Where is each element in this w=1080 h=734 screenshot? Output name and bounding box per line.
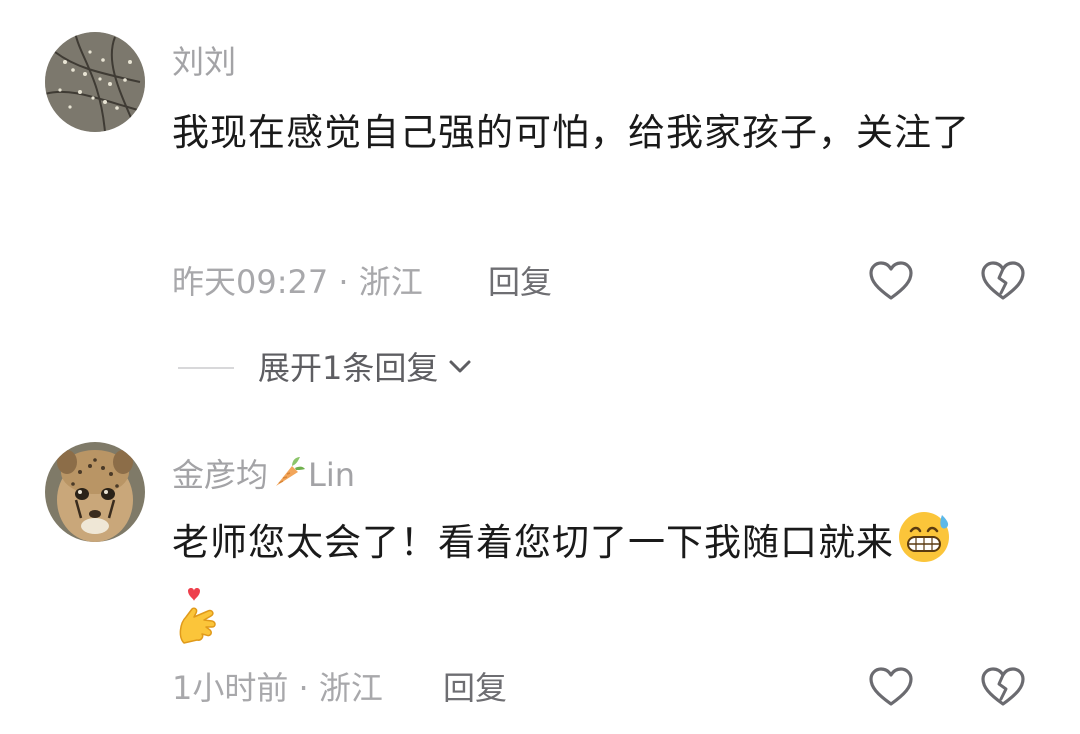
meta-separator: ·: [328, 263, 359, 301]
expand-replies-label: 展开1条回复: [258, 349, 439, 387]
username-suffix: Lin: [308, 456, 356, 494]
heart-outline-icon: [869, 261, 913, 300]
username-text: 刘刘: [172, 43, 237, 81]
username[interactable]: 刘刘: [172, 42, 236, 82]
comment-text-content: 我现在感觉自己强的可怕，给我家孩子，关注了: [172, 111, 970, 154]
like-button[interactable]: [867, 663, 915, 711]
grinning-sweat-emoji: [896, 509, 952, 587]
comment-text: 我现在感觉自己强的可怕，给我家孩子，关注了: [172, 98, 1022, 167]
dislike-button[interactable]: [979, 257, 1027, 305]
carrot-icon: [270, 454, 306, 499]
chevron-down-icon: [446, 352, 474, 384]
expand-replies-button[interactable]: 展开1条回复: [178, 346, 474, 390]
reply-button[interactable]: 回复: [443, 668, 507, 708]
avatar[interactable]: [45, 442, 145, 542]
comment-meta: 1小时前 · 浙江: [172, 668, 383, 708]
branches-photo-avatar-icon: [45, 32, 145, 132]
comment-time: 1小时前: [172, 669, 289, 707]
comment-2: 金彦均 Lin 老师您太会了！看着您切了一下我随口就来 1小时前 · 浙江 回复: [0, 420, 1080, 734]
comment-text: 老师您太会了！看着您切了一下我随口就来: [172, 508, 1022, 669]
finger-heart-emoji: [174, 587, 222, 669]
cheetah-cub-photo-avatar-icon: [45, 442, 145, 542]
comment-location: 浙江: [318, 669, 383, 707]
broken-heart-icon: [981, 667, 1025, 706]
dislike-button[interactable]: [979, 663, 1027, 711]
like-button[interactable]: [867, 257, 915, 305]
heart-outline-icon: [869, 667, 913, 706]
comment-meta: 昨天09:27 · 浙江: [172, 262, 423, 302]
username[interactable]: 金彦均 Lin: [172, 454, 355, 499]
comment-location: 浙江: [358, 263, 423, 301]
divider: [178, 367, 234, 369]
meta-separator: ·: [288, 669, 319, 707]
comment-1: 刘刘 我现在感觉自己强的可怕，给我家孩子，关注了 昨天09:27 · 浙江 回复: [0, 0, 1080, 340]
comment-time: 昨天09:27: [172, 263, 329, 301]
broken-heart-icon: [981, 261, 1025, 300]
reply-button[interactable]: 回复: [488, 262, 552, 302]
comment-text-content: 老师您太会了！看着您切了一下我随口就来: [172, 521, 894, 564]
avatar[interactable]: [45, 32, 145, 132]
username-text: 金彦均: [172, 456, 269, 494]
